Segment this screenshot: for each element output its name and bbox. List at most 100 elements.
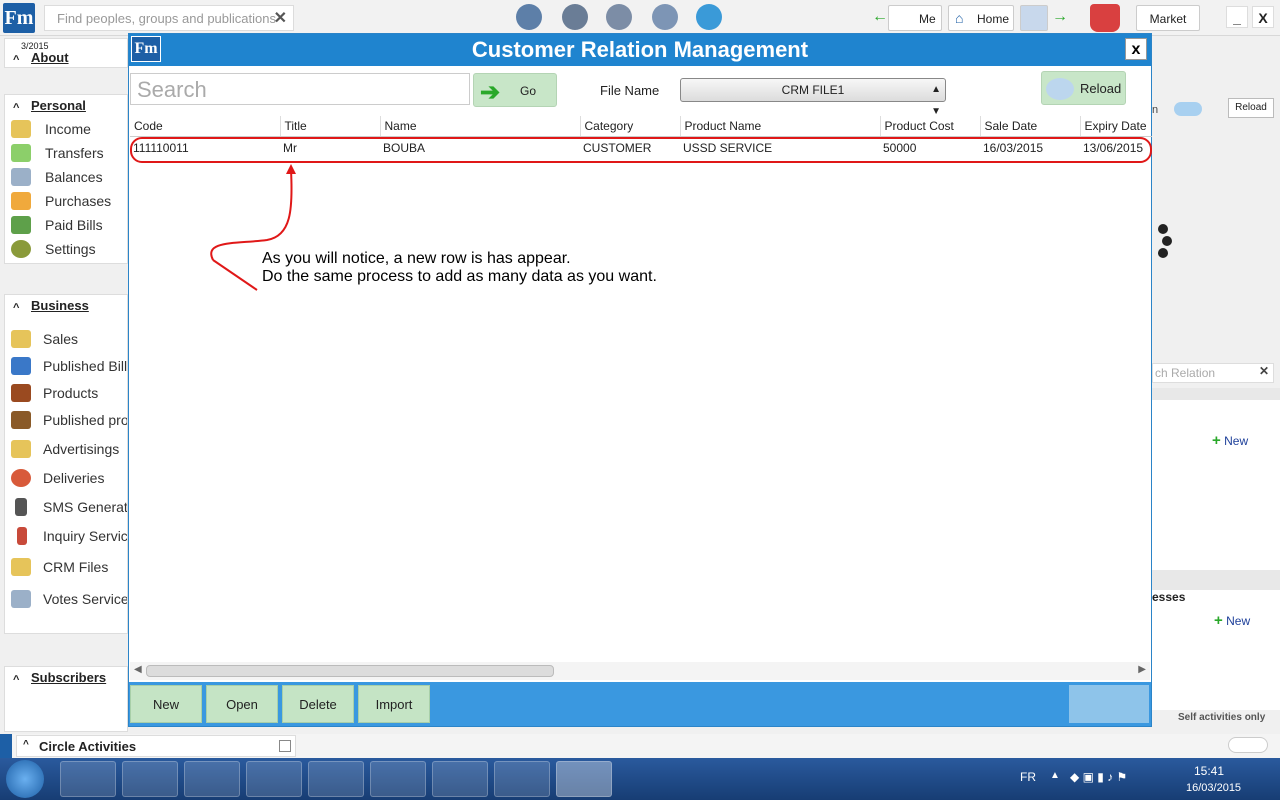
scroll-left-icon[interactable]: ◀	[134, 664, 142, 675]
close-app-button[interactable]: X	[1252, 6, 1274, 28]
plus-icon: +	[1214, 612, 1223, 629]
home-button[interactable]: ⌂ Home	[948, 5, 1014, 31]
votes-icon	[11, 590, 31, 608]
sidebar-item-deliveries[interactable]: Deliveries	[5, 466, 127, 495]
left-sidebar: 3/2015 About Personal Income Transfers B…	[4, 38, 128, 738]
checkbox[interactable]	[279, 740, 291, 752]
published-bills-icon	[11, 357, 31, 375]
right-reload-button[interactable]: Reload	[1228, 98, 1274, 118]
taskbar-ie-icon[interactable]	[60, 761, 116, 797]
relation-search-input[interactable]: ch Relation ✕	[1152, 363, 1274, 383]
about-link[interactable]: About	[5, 47, 127, 71]
relation-search-placeholder: ch Relation	[1155, 366, 1216, 380]
windows-taskbar: FR ▲ ◆ ▣ ▮ ♪ ⚑ 15:41 16/03/2015	[0, 758, 1280, 800]
scroll-right-icon[interactable]: ▶	[1138, 664, 1146, 675]
column-header[interactable]: Sale Date	[980, 116, 1081, 137]
subscribers-panel: Subscribers	[4, 666, 128, 732]
column-header[interactable]: Code	[130, 116, 281, 137]
sidebar-item-advertisings[interactable]: Advertisings	[5, 437, 127, 466]
column-header[interactable]: Expiry Date	[1080, 116, 1152, 137]
app-logo[interactable]: Fm	[3, 3, 35, 33]
taskbar-word-icon[interactable]	[494, 761, 550, 797]
forward-arrow-icon[interactable]: →	[1052, 8, 1068, 26]
tray-icons[interactable]: ◆ ▣ ▮ ♪ ⚑	[1070, 770, 1127, 784]
sidebar-item-transfers[interactable]: Transfers	[5, 141, 127, 165]
chat-icon[interactable]	[652, 4, 678, 30]
clear-search-icon[interactable]: ✕	[274, 8, 287, 28]
toggle-switch[interactable]	[1174, 102, 1202, 116]
dialog-close-button[interactable]: x	[1125, 38, 1147, 60]
sidebar-item-votes-service[interactable]: Votes Service	[5, 587, 127, 619]
scroll-thumb[interactable]	[146, 665, 554, 677]
me-button[interactable]: Me	[888, 5, 942, 31]
horizontal-scrollbar[interactable]: ◀ ▶	[130, 662, 1150, 680]
sidebar-item-products[interactable]: Products	[5, 381, 127, 408]
bottom-toggle[interactable]	[1069, 685, 1149, 723]
sidebar-item-published-bills[interactable]: Published Bills	[5, 354, 127, 381]
sidebar-item-crm-files[interactable]: CRM Files	[5, 555, 127, 587]
globe-icon[interactable]	[562, 4, 588, 30]
back-arrow-icon[interactable]: ←	[872, 8, 888, 26]
market-label: Market	[1149, 12, 1187, 26]
open-button[interactable]: Open	[206, 685, 278, 723]
new-relation-button[interactable]: + New	[1212, 432, 1248, 449]
bills-icon	[11, 216, 31, 234]
new-process-button[interactable]: + New	[1214, 612, 1250, 629]
business-header[interactable]: Business	[5, 295, 127, 319]
import-button[interactable]: Import	[358, 685, 430, 723]
toggle-label-fragment: n	[1152, 104, 1159, 116]
sidebar-item-inquiry-service[interactable]: Inquiry Servic	[5, 524, 127, 555]
business-panel: Business Sales Published Bills Products …	[4, 294, 128, 634]
taskbar-snipping-icon[interactable]	[432, 761, 488, 797]
column-header[interactable]: Product Cost	[880, 116, 981, 137]
tray-expand-icon[interactable]: ▲	[1050, 770, 1060, 781]
sidebar-item-settings[interactable]: Settings	[5, 237, 127, 261]
taskbar-fm-icon[interactable]	[556, 761, 612, 797]
new-button[interactable]: New	[130, 685, 202, 723]
sidebar-item-purchases[interactable]: Purchases	[5, 189, 127, 213]
sidebar-item-published-products[interactable]: Published prod	[5, 408, 127, 437]
lightbulb-icon[interactable]	[516, 4, 542, 30]
reload-button[interactable]: Reload	[1041, 71, 1126, 105]
taskbar-skype-icon[interactable]	[370, 761, 426, 797]
go-button[interactable]: ➔ Go	[473, 73, 557, 107]
cell-product-cost: 50000	[883, 141, 917, 156]
people-icon[interactable]	[606, 4, 632, 30]
cell-title: Mr	[283, 141, 297, 156]
basket-icon[interactable]	[696, 4, 722, 30]
global-search-input[interactable]: Find peoples, groups and publications ✕	[44, 5, 294, 31]
column-header[interactable]: Title	[280, 116, 381, 137]
market-button[interactable]: Market	[1136, 5, 1200, 31]
file-name-select[interactable]: CRM FILE1 ▲ ▼	[680, 78, 946, 117]
taskbar-firefox-icon[interactable]	[246, 761, 302, 797]
personal-header[interactable]: Personal	[5, 95, 127, 119]
subscribers-header[interactable]: Subscribers	[5, 667, 127, 691]
sidebar-item-sales[interactable]: Sales	[5, 327, 127, 354]
sidebar-item-income[interactable]: Income	[5, 117, 127, 141]
sidebar-item-balances[interactable]: Balances	[5, 165, 127, 189]
clock-date[interactable]: 16/03/2015	[1186, 782, 1241, 794]
relation-icon[interactable]	[1020, 5, 1048, 31]
language-indicator[interactable]: FR	[1020, 770, 1036, 784]
table-row[interactable]: 111110011 Mr BOUBA CUSTOMER USSD SERVICE…	[130, 136, 1152, 160]
cart-icon[interactable]	[1090, 4, 1120, 32]
column-header[interactable]: Category	[580, 116, 681, 137]
column-header[interactable]: Name	[380, 116, 581, 137]
taskbar-explorer-icon[interactable]	[122, 761, 178, 797]
taskbar-media-icon[interactable]	[184, 761, 240, 797]
clear-relation-search-icon[interactable]: ✕	[1259, 364, 1269, 378]
circle-toggle[interactable]	[1228, 737, 1268, 753]
column-header[interactable]: Product Name	[680, 116, 881, 137]
dialog-toolbar: Search ➔ Go File Name CRM FILE1 ▲ ▼ Reloa…	[129, 66, 1151, 117]
sidebar-item-paid-bills[interactable]: Paid Bills	[5, 213, 127, 237]
minimize-button[interactable]: _	[1226, 6, 1248, 28]
start-button[interactable]	[6, 760, 44, 798]
delete-button[interactable]: Delete	[282, 685, 354, 723]
taskbar-utorrent-icon[interactable]	[308, 761, 364, 797]
dialog-title-bar: Fm Customer Relation Management x	[129, 34, 1151, 66]
circle-activities-header[interactable]: ^ Circle Activities	[16, 735, 296, 757]
crm-search-input[interactable]: Search	[130, 73, 470, 105]
sidebar-item-sms-generator[interactable]: SMS Generato	[5, 495, 127, 524]
clock-time[interactable]: 15:41	[1194, 764, 1224, 778]
loading-spinner-icon	[1152, 222, 1176, 260]
